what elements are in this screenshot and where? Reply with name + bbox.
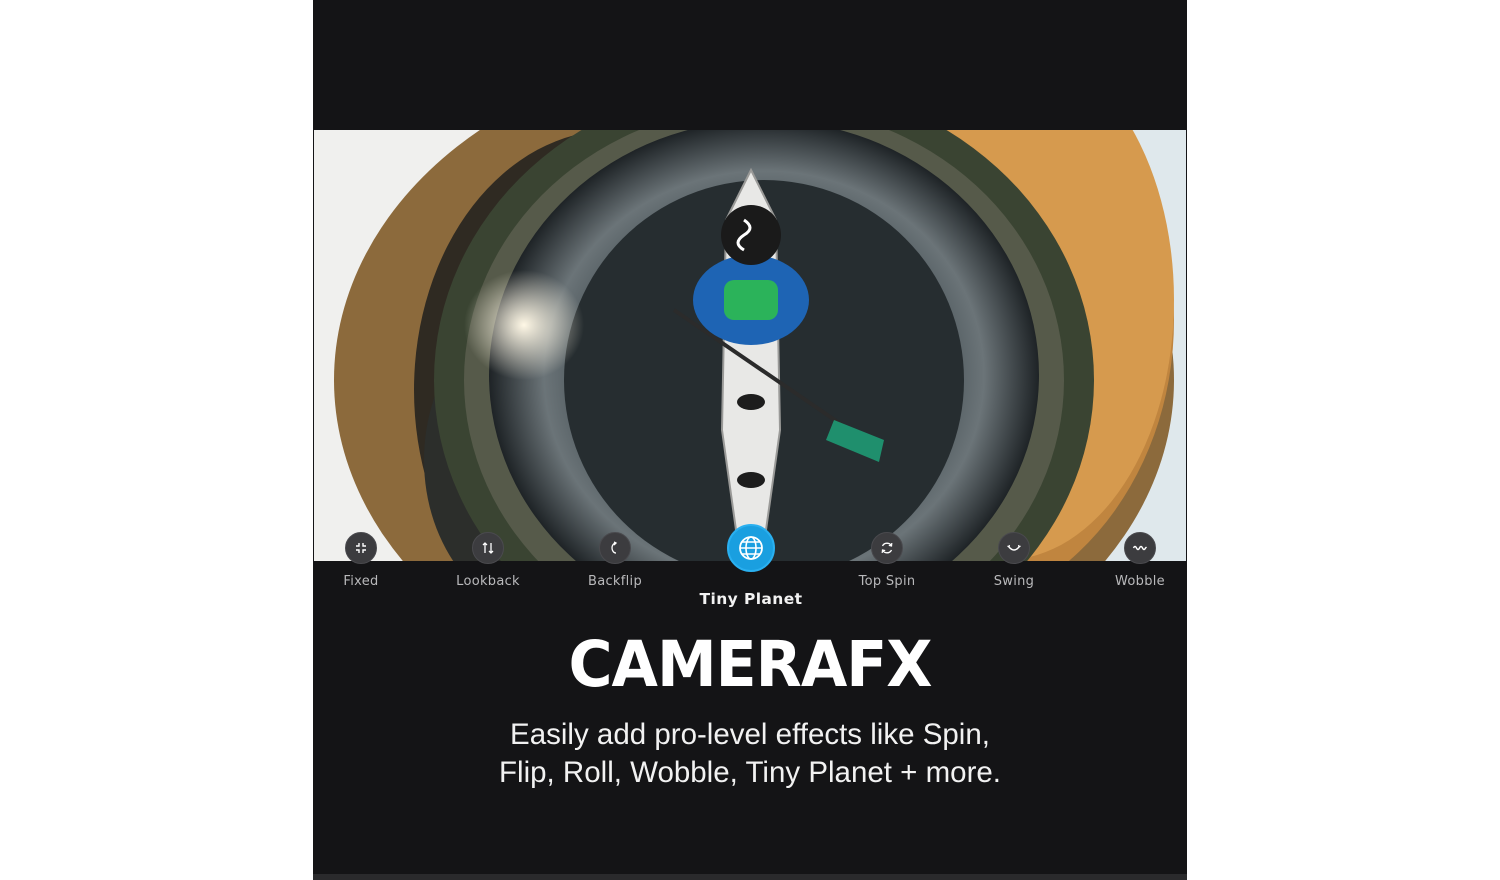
spin-icon[interactable] [871,532,903,564]
feature-subtitle-line-2: Flip, Roll, Wobble, Tiny Planet + more. [499,756,1001,789]
feature-panel: Fixed Lookback Backflip Tiny Planet Top … [313,0,1187,880]
effect-label: Top Spin [858,574,916,589]
effect-label: Lookback [456,574,520,589]
effect-label: Tiny Planet [699,590,803,608]
backflip-icon[interactable] [599,532,631,564]
feature-title: CAMERAFX [568,628,932,702]
effect-label: Wobble [1115,574,1165,589]
effect-label: Swing [993,574,1035,589]
wobble-icon[interactable] [1124,532,1156,564]
lookback-icon[interactable] [472,532,504,564]
feature-subtitle: Easily add pro-level effects like Spin, … [313,716,1187,792]
effect-label: Fixed [343,574,379,589]
fixed-icon[interactable] [345,532,377,564]
tiny-planet-kayaker-photo [314,130,1186,561]
swing-icon[interactable] [998,532,1030,564]
panel-bottom-edge [313,874,1187,880]
globe-icon[interactable] [727,524,775,572]
feature-subtitle-line-1: Easily add pro-level effects like Spin, [510,718,990,751]
effect-label: Backflip [587,574,642,589]
